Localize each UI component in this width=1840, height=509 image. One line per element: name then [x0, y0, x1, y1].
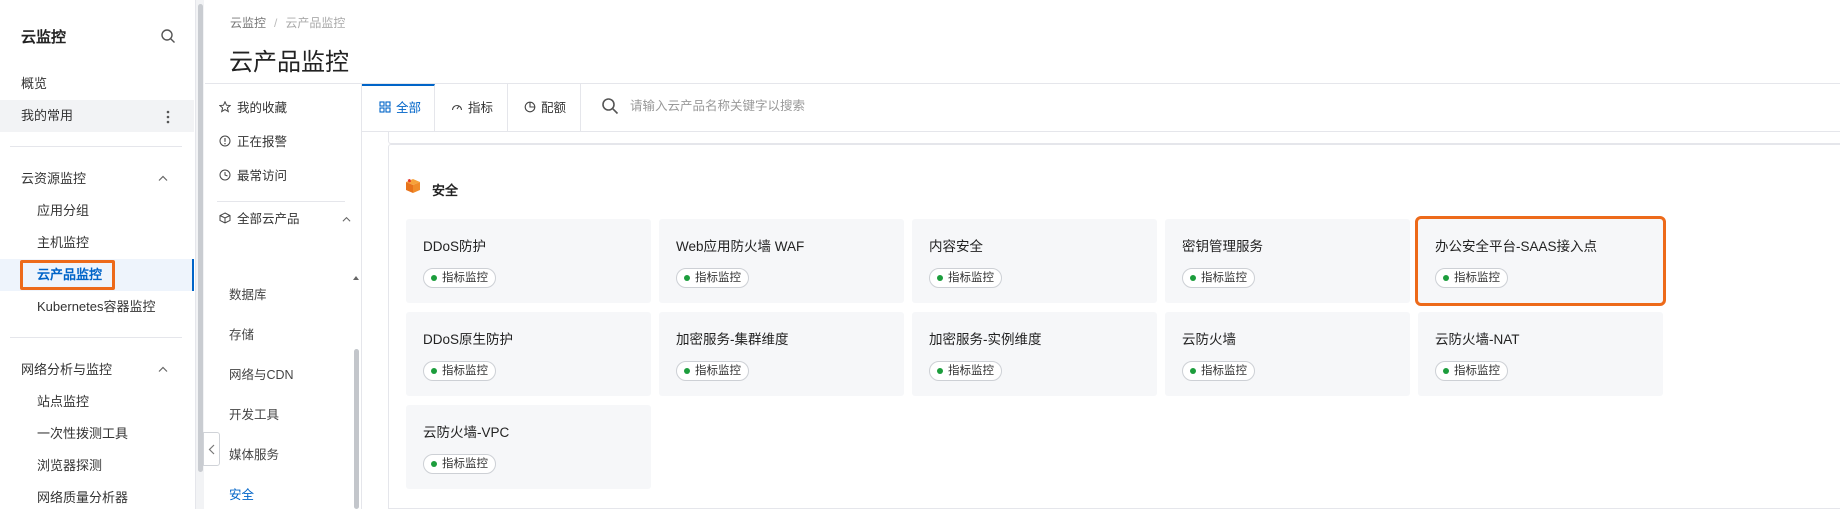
category-dev-tools[interactable]: 开发工具 [229, 404, 279, 423]
metric-monitor-badge[interactable]: 指标监控 [929, 268, 1002, 288]
category-recent[interactable]: 最常访问 [219, 166, 287, 186]
section-title: 安全 [432, 183, 459, 198]
tab-quota[interactable]: 配额 [508, 84, 581, 132]
tab-all[interactable]: 全部 [362, 84, 435, 132]
product-card[interactable]: 云防火墙 指标监控 [1165, 312, 1410, 396]
metric-monitor-badge[interactable]: 指标监控 [423, 454, 496, 474]
highlight-box [20, 260, 115, 290]
nav-item-network-quality[interactable]: 网络质量分析器 [0, 482, 194, 509]
nav-title: 云监控 [21, 29, 67, 46]
product-card[interactable]: 云防火墙-NAT 指标监控 [1418, 312, 1663, 396]
product-name: 密钥管理服务 [1182, 239, 1263, 254]
metric-monitor-badge[interactable]: 指标监控 [1182, 268, 1255, 288]
left-nav: 云监控 概览 我的常用 云资源监控 应用分组 主机监控 云产品监控 Kubern… [0, 0, 196, 509]
category-network-cdn[interactable]: 网络与CDN [229, 364, 294, 383]
product-name: Web应用防火墙 WAF [676, 239, 805, 254]
tab-metrics[interactable]: 指标 [435, 84, 508, 132]
product-search-input[interactable] [630, 95, 1030, 117]
chevron-up-icon [158, 175, 168, 181]
pie-icon [524, 101, 536, 113]
product-card[interactable]: 密钥管理服务指标监控 [1165, 219, 1410, 303]
category-favorites[interactable]: 我的收藏 [219, 98, 287, 118]
product-card[interactable]: 内容安全 指标监控 [912, 219, 1157, 303]
product-name: 云防火墙 [1182, 332, 1236, 347]
nav-group-network[interactable]: 网络分析与监控 [0, 354, 194, 386]
chevron-left-icon [208, 444, 215, 455]
metric-monitor-badge[interactable]: 指标监控 [676, 361, 749, 381]
clock-icon [219, 169, 231, 181]
page-title: 云产品监控 [229, 49, 349, 76]
chevron-up-icon [158, 366, 168, 372]
nav-item-app-group[interactable]: 应用分组 [0, 195, 194, 227]
star-icon [219, 101, 231, 113]
nav-item-one-time-probe[interactable]: 一次性拨测工具 [0, 418, 194, 450]
tab-bar [362, 84, 1840, 132]
collapse-panel-button[interactable] [203, 432, 220, 466]
product-name: 内容安全 [929, 239, 983, 254]
nav-item-favorites[interactable]: 我的常用 [0, 100, 194, 132]
nav-group-resource[interactable]: 云资源监控 [0, 163, 194, 195]
category-security[interactable]: 安全 [229, 484, 254, 503]
product-card[interactable]: DDoS原生防护指标监控 [406, 312, 651, 396]
nav-scrollbar-thumb[interactable] [198, 4, 203, 472]
metric-monitor-badge[interactable]: 指标监控 [423, 361, 496, 381]
metric-monitor-badge[interactable]: 指标监控 [423, 268, 496, 288]
category-all-products[interactable]: 全部云产品 [219, 209, 359, 229]
category-scrollbar-thumb[interactable] [354, 349, 359, 509]
product-name: 云防火墙-NAT [1435, 332, 1520, 347]
product-card[interactable]: 加密服务-实例维度指标监控 [912, 312, 1157, 396]
breadcrumb-root[interactable]: 云监控 [230, 16, 266, 30]
product-name: 云防火墙-VPC [423, 425, 510, 440]
product-card[interactable]: DDoS防护指标监控 [406, 219, 651, 303]
gauge-icon [451, 104, 463, 111]
metric-monitor-badge[interactable]: 指标监控 [1435, 361, 1508, 381]
alert-icon [219, 135, 231, 147]
scroll-up-arrow-icon[interactable] [353, 275, 359, 281]
category-storage[interactable]: 存储 [229, 324, 254, 343]
category-panel: 我的收藏 正在报警 最常访问 全部云产品 数据库 存储 网络与CDN 开发工具 … [205, 84, 362, 509]
more-vertical-icon[interactable] [166, 110, 170, 124]
nav-item-overview[interactable]: 概览 [0, 68, 194, 100]
category-media[interactable]: 媒体服务 [229, 444, 279, 463]
nav-item-host-monitor[interactable]: 主机监控 [0, 227, 194, 259]
product-name: DDoS防护 [423, 239, 487, 254]
product-card[interactable]: Web应用防火墙 WAF 指标监控 [659, 219, 904, 303]
category-database[interactable]: 数据库 [229, 284, 267, 303]
metric-monitor-badge[interactable]: 指标监控 [1182, 361, 1255, 381]
product-card[interactable]: 加密服务-集群维度指标监控 [659, 312, 904, 396]
product-name: 加密服务-实例维度 [929, 332, 1042, 347]
nav-item-site-monitor[interactable]: 站点监控 [0, 386, 194, 418]
cube-icon [219, 212, 231, 224]
product-card[interactable]: 云防火墙-VPC 指标监控 [406, 405, 651, 489]
category-alerting[interactable]: 正在报警 [219, 132, 287, 152]
breadcrumb: 云监控 / 云产品监控 [230, 16, 346, 30]
grid-icon [379, 101, 391, 113]
metric-monitor-badge[interactable]: 指标监控 [929, 361, 1002, 381]
metric-monitor-badge[interactable]: 指标监控 [676, 268, 749, 288]
search-icon[interactable] [160, 28, 176, 44]
product-name: DDoS原生防护 [423, 332, 514, 347]
security-box-icon [406, 178, 420, 193]
chevron-up-icon [342, 216, 351, 222]
metric-monitor-badge[interactable]: 指标监控 [1435, 268, 1508, 288]
nav-item-browser-probe[interactable]: 浏览器探测 [0, 450, 194, 482]
product-name: 办公安全平台-SAAS接入点 [1435, 239, 1598, 254]
search-icon [602, 98, 619, 115]
breadcrumb-current: 云产品监控 [285, 16, 346, 30]
product-name: 加密服务-集群维度 [676, 332, 789, 347]
nav-item-k8s-monitor[interactable]: Kubernetes容器监控 [0, 291, 194, 323]
product-card[interactable]: 办公安全平台-SAAS接入点指标监控 [1415, 216, 1666, 306]
